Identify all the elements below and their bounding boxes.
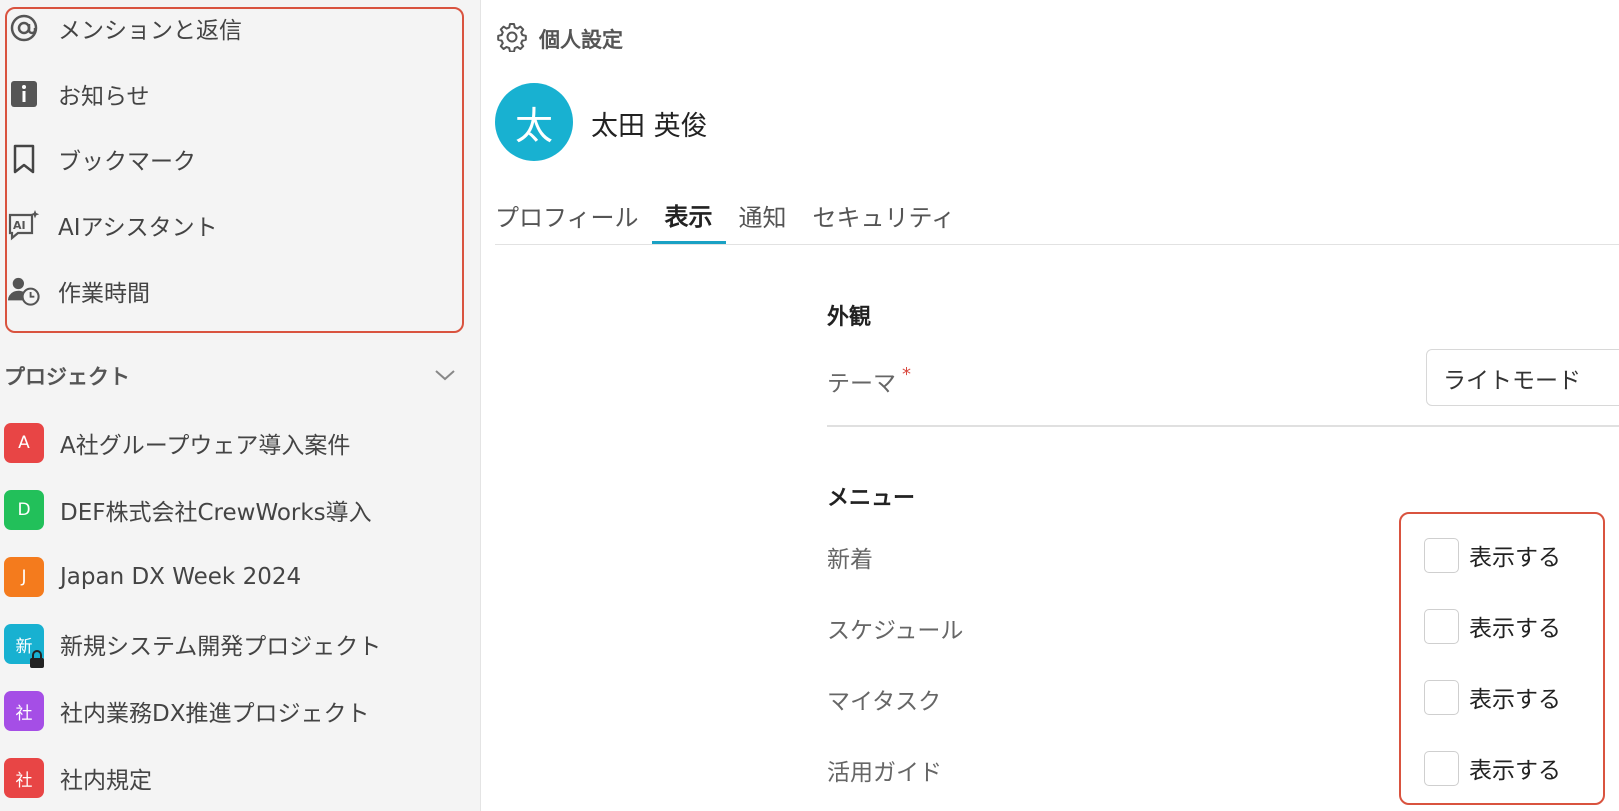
section-divider	[827, 425, 1619, 427]
show-checkbox-new[interactable]: 表示する	[1424, 536, 1561, 574]
ai-assistant-icon: AI	[8, 209, 40, 241]
project-item[interactable]: 社 社内規定	[4, 757, 152, 799]
lock-icon	[28, 650, 46, 668]
project-item[interactable]: 新 新規システム開発プロジェクト	[4, 623, 382, 668]
gear-icon	[497, 22, 527, 56]
project-badge: 社	[4, 691, 44, 731]
tab-profile[interactable]: プロフィール	[495, 188, 652, 242]
tab-display[interactable]: 表示	[651, 188, 726, 244]
menu-item-label: 活用ガイド	[827, 760, 942, 786]
project-item[interactable]: 社 社内業務DX推進プロジェクト	[4, 690, 369, 732]
nav-item-bookmarks[interactable]: ブックマーク	[8, 139, 196, 179]
menu-item-label: スケジュール	[827, 618, 964, 644]
tab-notifications[interactable]: 通知	[726, 188, 800, 242]
bookmark-icon	[8, 143, 40, 175]
project-item[interactable]: A A社グループウェア導入案件	[4, 422, 350, 464]
nav-label: AIアシスタント	[58, 215, 218, 241]
checkbox-label: 表示する	[1469, 616, 1561, 642]
nav-label: メンションと返信	[58, 18, 242, 44]
project-badge: D	[4, 490, 44, 530]
svg-text:AI: AI	[13, 219, 26, 232]
nav-item-mentions[interactable]: メンションと返信	[8, 8, 242, 48]
show-checkbox-schedule[interactable]: 表示する	[1424, 607, 1561, 645]
menu-item-label: マイタスク	[827, 689, 942, 715]
theme-label: テーマ *	[827, 364, 911, 397]
theme-select[interactable]: ライトモード	[1426, 349, 1619, 406]
page-header: 個人設定	[497, 22, 623, 56]
info-icon	[8, 78, 40, 110]
project-label: 新規システム開発プロジェクト	[60, 634, 382, 660]
user-clock-icon	[8, 275, 40, 307]
project-item[interactable]: D DEF株式会社CrewWorks導入	[4, 489, 372, 531]
project-badge: 新	[4, 624, 44, 668]
avatar[interactable]: 太	[495, 83, 573, 161]
at-icon	[8, 12, 40, 44]
settings-tabs: プロフィール 表示 通知 セキュリティ	[495, 188, 968, 244]
project-badge: A	[4, 423, 44, 463]
menu-section-title: メニュー	[827, 486, 916, 511]
project-label: 社内業務DX推進プロジェクト	[60, 701, 370, 727]
required-mark: *	[902, 364, 911, 385]
nav-item-ai-assistant[interactable]: AI AIアシスタント	[8, 205, 218, 245]
nav-label: 作業時間	[58, 281, 150, 307]
checkbox[interactable]	[1424, 750, 1459, 786]
page-title: 個人設定	[539, 28, 623, 52]
project-label: DEF株式会社CrewWorks導入	[60, 500, 372, 526]
chevron-down-icon[interactable]	[434, 367, 456, 386]
nav-item-work-time[interactable]: 作業時間	[8, 271, 150, 311]
settings-main: 個人設定 太 太田 英俊 プロフィール 表示 通知 セキュリティ 外観 テーマ *…	[481, 0, 1619, 811]
tabs-divider	[495, 244, 1619, 245]
projects-title: プロジェクト	[4, 365, 130, 389]
checkbox-label: 表示する	[1469, 687, 1561, 713]
project-label: A社グループウェア導入案件	[60, 433, 351, 459]
tab-security[interactable]: セキュリティ	[800, 188, 969, 242]
project-badge: J	[4, 557, 44, 597]
checkbox-label: 表示する	[1469, 758, 1561, 784]
projects-section-header[interactable]: プロジェクト	[4, 358, 464, 394]
appearance-section-title: 外観	[827, 305, 872, 330]
nav-label: お知らせ	[58, 84, 150, 110]
show-checkbox-guide[interactable]: 表示する	[1424, 749, 1561, 787]
checkbox[interactable]	[1424, 537, 1459, 573]
project-badge: 社	[4, 758, 44, 798]
checkbox[interactable]	[1424, 679, 1459, 715]
project-label: 社内規定	[60, 768, 152, 794]
checkbox[interactable]	[1424, 608, 1459, 644]
project-label: Japan DX Week 2024	[60, 564, 302, 590]
nav-label: ブックマーク	[58, 149, 196, 175]
show-checkbox-my-tasks[interactable]: 表示する	[1424, 678, 1561, 716]
sidebar: メンションと返信 お知らせ ブックマーク AI AIアシスタント 作業時間 プロ…	[0, 0, 481, 811]
checkbox-label: 表示する	[1469, 545, 1561, 571]
project-item[interactable]: J Japan DX Week 2024	[4, 556, 301, 598]
user-name: 太田 英俊	[591, 111, 708, 142]
menu-item-label: 新着	[827, 547, 873, 573]
nav-item-notices[interactable]: お知らせ	[8, 74, 150, 114]
